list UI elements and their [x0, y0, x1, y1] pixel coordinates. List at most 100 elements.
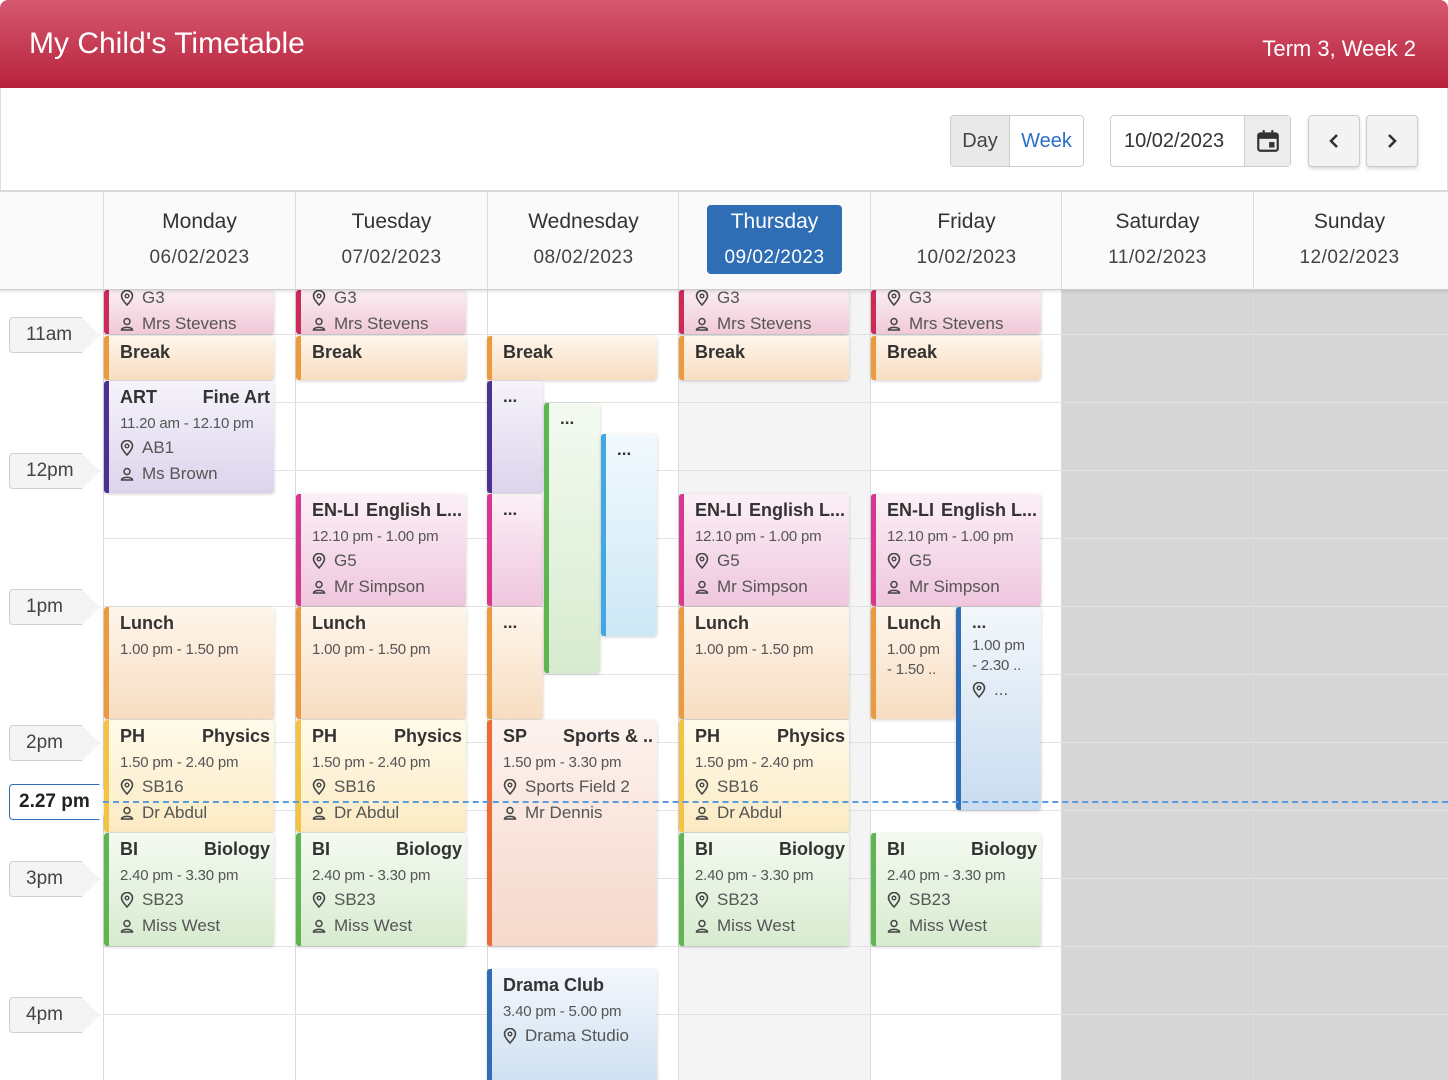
- event-code: EN-LI: [312, 500, 359, 520]
- location-icon: [695, 892, 709, 908]
- person-icon: [887, 919, 901, 933]
- previous-week-button[interactable]: [1308, 115, 1360, 167]
- event-title: English L...: [748, 500, 845, 520]
- day-header-saturday[interactable]: Saturday 11/02/2023: [1061, 192, 1253, 290]
- event-english-thursday[interactable]: G3 Mrs Stevens: [679, 290, 849, 334]
- location-icon: [695, 290, 709, 306]
- event-physics-thursday[interactable]: PH Physics 1.50 pm - 2.40 pm SB16 Dr Abdu…: [679, 720, 849, 832]
- person-icon: [503, 806, 517, 820]
- event-teacher: Mrs Stevens: [120, 314, 270, 334]
- event-lunch-friday[interactable]: Lunch 1.00 pm - 1.50 ..: [871, 607, 955, 719]
- event-code: PH: [120, 726, 146, 746]
- week-view-button[interactable]: Week: [1010, 116, 1083, 166]
- event-collapsed-wednesday-1[interactable]: ...: [487, 381, 543, 493]
- date-picker[interactable]: 10/02/2023: [1110, 115, 1291, 167]
- day-date: 08/02/2023: [533, 247, 634, 268]
- event-time: 1.00 pm: [972, 637, 1025, 654]
- event-collapsed-wednesday-3[interactable]: ...: [487, 607, 543, 719]
- event-lunch-thursday[interactable]: Lunch 1.00 pm - 1.50 pm: [679, 607, 849, 719]
- location-icon: [120, 440, 134, 456]
- event-time: - 1.50 ..: [887, 661, 937, 678]
- event-teacher: Miss West: [312, 916, 462, 936]
- event-room: G5: [695, 551, 845, 571]
- app-header: My Child's Timetable Term 3, Week 2: [0, 0, 1448, 88]
- event-title: Biology: [779, 839, 845, 859]
- date-input[interactable]: 10/02/2023: [1111, 116, 1244, 166]
- page-title: My Child's Timetable: [29, 27, 305, 60]
- half-hour-line: [103, 402, 1448, 403]
- event-teacher: Dr Abdul: [120, 803, 270, 823]
- day-header-wednesday[interactable]: Wednesday 08/02/2023: [487, 192, 679, 290]
- day-header-tuesday[interactable]: Tuesday 07/02/2023: [295, 192, 487, 290]
- day-name: Monday: [162, 210, 237, 233]
- event-room: ...: [972, 680, 1037, 700]
- location-icon: [312, 290, 326, 306]
- event-collapsed-wednesday-4[interactable]: ...: [544, 403, 600, 673]
- hour-line: [103, 470, 1448, 471]
- event-english-friday[interactable]: G3 Mrs Stevens: [871, 290, 1041, 334]
- event-drama-club-wednesday[interactable]: Drama Club 3.40 pm - 5.00 pm Drama Studi…: [487, 969, 657, 1080]
- event-teacher: Miss West: [887, 916, 1037, 936]
- event-biology-thursday[interactable]: BI Biology 2.40 pm - 3.30 pm SB23 Miss We…: [679, 833, 849, 946]
- time-label-2pm: 2pm: [9, 725, 100, 761]
- event-title: Break: [887, 342, 938, 362]
- event-code: PH: [695, 726, 721, 746]
- event-english-lit-friday[interactable]: EN-LI English L... 12.10 pm - 1.00 pm G5 …: [871, 494, 1041, 606]
- event-teacher: Mr Simpson: [887, 577, 1037, 597]
- event-collapsed-wednesday-2[interactable]: ...: [487, 494, 543, 606]
- event-time: 1.50 pm - 3.30 pm: [503, 754, 622, 771]
- day-header-thursday[interactable]: Thursday 09/02/2023: [678, 192, 870, 290]
- event-physics-monday[interactable]: PH Physics 1.50 pm - 2.40 pm SB16 Dr Abdu…: [104, 720, 274, 832]
- time-label-11am: 11am: [9, 317, 100, 353]
- event-teacher: Mrs Stevens: [312, 314, 462, 334]
- event-title: English L...: [365, 500, 462, 520]
- next-week-button[interactable]: [1366, 115, 1418, 167]
- day-view-button[interactable]: Day: [951, 116, 1010, 166]
- timetable-grid: 11am 12pm 1pm 2pm 3pm 4pm 2.27 pm G3 Mrs…: [0, 290, 1448, 1080]
- event-collapsed-wednesday-5[interactable]: ...: [601, 434, 657, 636]
- day-header-sunday[interactable]: Sunday 12/02/2023: [1253, 192, 1445, 290]
- day-date: 11/02/2023: [1108, 247, 1207, 268]
- day-header-monday[interactable]: Monday 06/02/2023: [103, 192, 295, 290]
- event-break-wednesday[interactable]: Break: [487, 336, 657, 380]
- event-teacher: Miss West: [120, 916, 270, 936]
- event-time: 1.50 pm - 2.40 pm: [312, 754, 431, 771]
- half-hour-line: [103, 946, 1448, 947]
- event-break-friday[interactable]: Break: [871, 336, 1041, 380]
- event-room: SB16: [695, 777, 845, 797]
- event-break-monday[interactable]: Break: [104, 336, 274, 380]
- person-icon: [695, 580, 709, 594]
- event-time: 1.50 pm - 2.40 pm: [120, 754, 239, 771]
- event-break-thursday[interactable]: Break: [679, 336, 849, 380]
- event-lunch-monday[interactable]: Lunch 1.00 pm - 1.50 pm: [104, 607, 274, 719]
- time-label-3pm: 3pm: [9, 861, 100, 897]
- time-label-12pm: 12pm: [9, 453, 100, 489]
- location-icon: [503, 1028, 517, 1044]
- event-title: English L...: [940, 500, 1037, 520]
- event-english-lit-tuesday[interactable]: EN-LI English L... 12.10 pm - 1.00 pm G5 …: [296, 494, 466, 606]
- event-physics-tuesday[interactable]: PH Physics 1.50 pm - 2.40 pm SB16 Dr Abdu…: [296, 720, 466, 832]
- day-header-friday[interactable]: Friday 10/02/2023: [870, 192, 1062, 290]
- event-biology-tuesday[interactable]: BI Biology 2.40 pm - 3.30 pm SB23 Miss We…: [296, 833, 466, 946]
- location-icon: [887, 290, 901, 306]
- event-lunch-tuesday[interactable]: Lunch 1.00 pm - 1.50 pm: [296, 607, 466, 719]
- event-teacher: Miss West: [695, 916, 845, 936]
- event-time: 1.50 pm - 2.40 pm: [695, 754, 814, 771]
- event-title: Biology: [396, 839, 462, 859]
- event-teacher: Mr Dennis: [503, 803, 653, 823]
- event-collapsed-friday[interactable]: ... 1.00 pm - 2.30 .. ...: [956, 607, 1041, 810]
- event-art-monday[interactable]: ART Fine Art 11.20 am - 12.10 pm AB1 Ms B…: [104, 381, 274, 493]
- event-english-tuesday[interactable]: G3 Mrs Stevens: [296, 290, 466, 334]
- event-teacher: Ms Brown: [120, 464, 270, 484]
- event-sports-wednesday[interactable]: SP Sports & .. 1.50 pm - 3.30 pm Sports F…: [487, 720, 657, 946]
- event-english-monday[interactable]: G3 Mrs Stevens: [104, 290, 274, 334]
- event-biology-friday[interactable]: BI Biology 2.40 pm - 3.30 pm SB23 Miss We…: [871, 833, 1041, 946]
- event-room: G3: [887, 290, 1037, 308]
- day-name: Friday: [937, 210, 996, 233]
- location-icon: [120, 290, 134, 306]
- event-break-tuesday[interactable]: Break: [296, 336, 466, 380]
- event-english-lit-thursday[interactable]: EN-LI English L... 12.10 pm - 1.00 pm G5 …: [679, 494, 849, 606]
- person-icon: [120, 317, 134, 331]
- calendar-icon[interactable]: [1244, 116, 1290, 166]
- event-biology-monday[interactable]: BI Biology 2.40 pm - 3.30 pm SB23 Miss We…: [104, 833, 274, 946]
